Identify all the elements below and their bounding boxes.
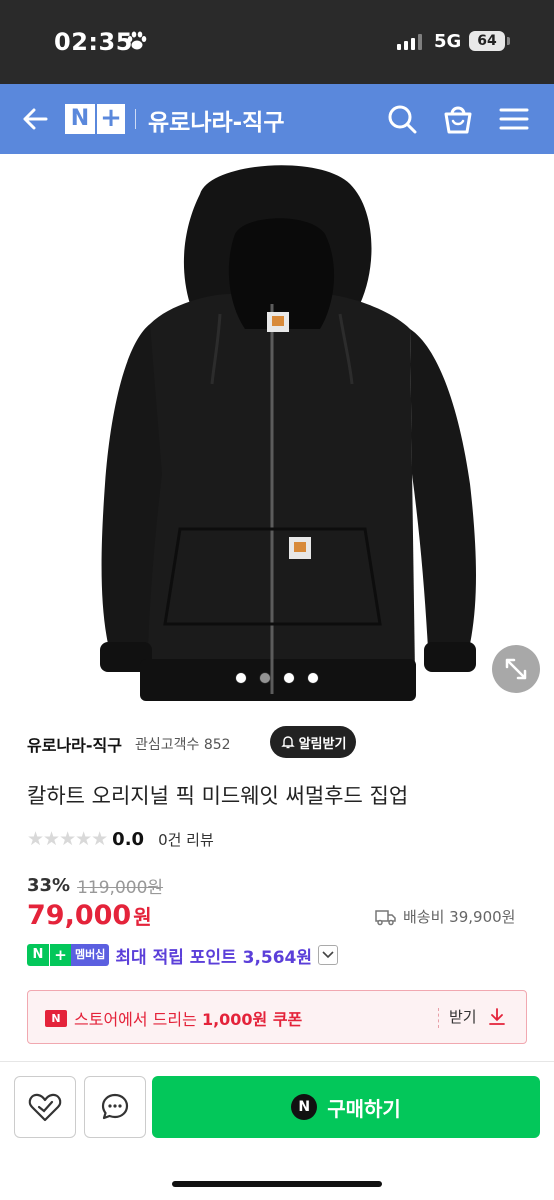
nav-divider (135, 109, 136, 129)
heart-check-icon (28, 1093, 62, 1122)
battery-icon: 64 (469, 31, 505, 51)
expand-icon (505, 658, 527, 680)
gallery-dots[interactable] (236, 673, 318, 683)
signal-icon (397, 34, 422, 50)
home-indicator[interactable] (172, 1181, 382, 1187)
shipping-text: 배송비 39,900원 (403, 908, 516, 926)
search-icon[interactable] (384, 101, 420, 137)
status-bar: 02:35 5G 64 (0, 0, 554, 84)
coupon-banner[interactable]: N 스토어에서 드리는 1,000원 쿠폰 받기 (27, 990, 527, 1044)
buy-label: 구매하기 (327, 1096, 401, 1121)
gallery-dot[interactable] (236, 673, 246, 683)
badge-plus: + (49, 944, 71, 966)
badge-label: 멤버십 (71, 944, 110, 966)
gallery-dot[interactable] (260, 673, 270, 683)
naver-plus-logo[interactable]: N + (65, 104, 125, 134)
battery-tip (507, 37, 510, 45)
coupon-text: 스토어에서 드리는 1,000원 쿠폰 (74, 1006, 302, 1030)
coupon-divider (438, 1008, 439, 1028)
store-name[interactable]: 유로나라-직구 (27, 732, 122, 756)
currency-label: 원 (133, 905, 152, 929)
buy-button[interactable]: N 구매하기 (152, 1076, 540, 1138)
store-info-row: 유로나라-직구 관심고객수 852 알림받기 (27, 726, 527, 758)
naver-n-icon: N (45, 1010, 67, 1027)
hoodie-illustration (100, 165, 476, 701)
membership-point-row[interactable]: N + 멤버십 최대 적립 포인트 3,564원 (27, 942, 339, 968)
store-fan-count: 관심고객수 852 (135, 737, 231, 753)
review-count[interactable]: 0건 리뷰 (158, 829, 214, 850)
badge-n: N (27, 944, 49, 966)
gallery-dot[interactable] (284, 673, 294, 683)
store-title[interactable]: 유로나라-직구 (148, 103, 285, 137)
shopping-bag-icon[interactable] (440, 101, 476, 137)
expand-image-button[interactable] (492, 645, 540, 693)
coupon-prefix: 스토어에서 드리는 (74, 1010, 202, 1029)
rating-score: 0.0 (112, 828, 145, 850)
menu-icon[interactable] (496, 101, 532, 137)
logo-plus: + (95, 104, 125, 134)
bottom-action-bar: N 구매하기 (0, 1062, 554, 1200)
paw-icon (127, 31, 147, 50)
max-point-text: 최대 적립 포인트 3,564원 (115, 947, 313, 968)
truck-icon (375, 909, 396, 925)
download-icon (488, 1007, 505, 1025)
gallery-dot[interactable] (308, 673, 318, 683)
sale-price: 79,000 (27, 900, 132, 931)
nav-bar: N + 유로나라-직구 (0, 84, 554, 154)
discount-row: 33% 119,000원 (27, 873, 164, 898)
alarm-label: 알림받기 (298, 736, 347, 752)
rating-row[interactable]: ★★★★★ 0.0 0건 리뷰 (27, 827, 214, 851)
network-label: 5G (434, 31, 462, 52)
chevron-down-icon (322, 951, 334, 959)
logo-n: N (65, 104, 95, 134)
rating-stars-icon: ★★★★★ (27, 828, 108, 850)
coupon-get-label: 받기 (449, 1008, 477, 1026)
coupon-download-button[interactable]: 받기 (449, 1006, 507, 1027)
talk-button[interactable] (84, 1076, 146, 1138)
chat-bubble-icon (101, 1093, 129, 1120)
shipping-fee: 배송비 39,900원 (375, 906, 515, 927)
back-arrow-icon[interactable] (18, 102, 52, 136)
wishlist-button[interactable] (14, 1076, 76, 1138)
original-price: 119,000원 (77, 877, 164, 898)
discount-rate: 33% (27, 874, 71, 896)
product-image[interactable] (0, 154, 554, 708)
price-row: 79,000 원 (27, 900, 152, 931)
point-expand-button[interactable] (318, 945, 339, 965)
product-title: 칼하트 오리지널 픽 미드웨잇 써멀후드 집업 (27, 784, 409, 808)
membership-badge: N + 멤버십 (27, 944, 110, 966)
status-time: 02:35 (54, 28, 133, 56)
naver-pay-icon: N (291, 1094, 318, 1120)
bell-plus-icon (280, 736, 295, 749)
alarm-subscribe-button[interactable]: 알림받기 (270, 726, 356, 758)
coupon-amount: 1,000원 쿠폰 (201, 1010, 303, 1029)
